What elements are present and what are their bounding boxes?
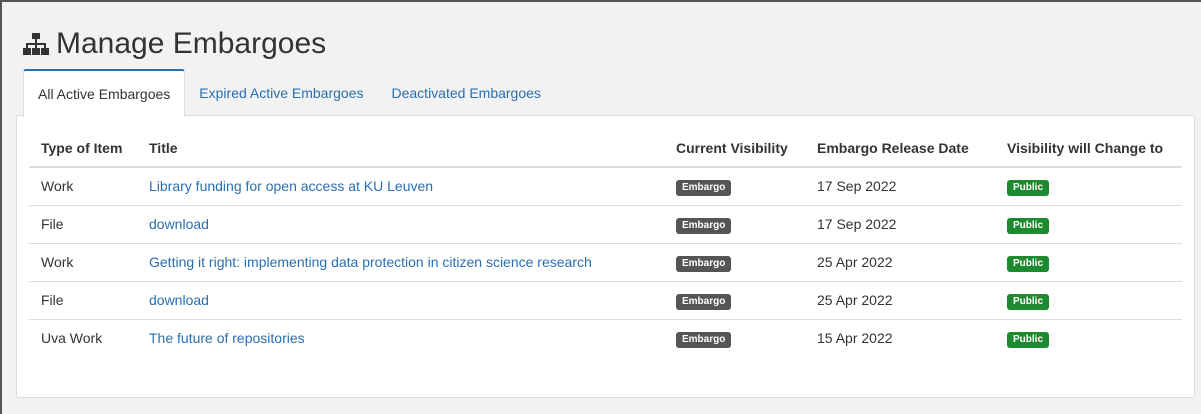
tab-deactivated-embargoes[interactable]: Deactivated Embargoes: [378, 69, 555, 116]
column-header-type: Type of Item: [29, 129, 137, 168]
current-visibility-badge: Embargo: [676, 217, 732, 234]
page-header: Manage Embargoes: [22, 22, 326, 66]
item-type: Uva Work: [41, 330, 103, 347]
future-visibility-badge: Public: [1007, 255, 1050, 272]
release-date: 17 Sep 2022: [805, 205, 995, 244]
release-date: 15 Apr 2022: [817, 330, 893, 347]
current-visibility-badge: Embargo: [676, 331, 732, 348]
column-header-current-visibility: Current Visibility: [664, 129, 805, 168]
release-date: 25 Apr 2022: [805, 281, 995, 320]
embargo-tabs: All Active Embargoes Expired Active Emba…: [23, 69, 555, 117]
item-title-link[interactable]: Library funding for open access at KU Le…: [149, 178, 433, 194]
item-title-link[interactable]: Getting it right: implementing data prot…: [149, 254, 592, 270]
embargoes-table: Type of Item Title Current Visibility Em…: [29, 129, 1182, 357]
tab-all-active-embargoes[interactable]: All Active Embargoes: [23, 69, 186, 117]
item-type: Work: [29, 167, 137, 206]
table-row: File download Embargo 25 Apr 2022 Public: [29, 281, 1182, 320]
future-visibility-badge: Public: [1007, 179, 1050, 196]
column-header-release-date: Embargo Release Date: [805, 129, 995, 168]
item-title-link[interactable]: The future of repositories: [149, 330, 305, 346]
item-title-link[interactable]: download: [149, 216, 209, 232]
current-visibility-badge: Embargo: [676, 255, 732, 272]
column-header-title: Title: [137, 129, 664, 168]
future-visibility-badge: Public: [1007, 293, 1050, 310]
item-type: Work: [29, 243, 137, 282]
table-row: Work Library funding for open access at …: [29, 167, 1182, 206]
future-visibility-badge: Public: [1007, 331, 1050, 348]
table-row: Uva Work The future of repositories Emba…: [29, 319, 1182, 357]
table-row: File download Embargo 17 Sep 2022 Public: [29, 205, 1182, 244]
column-header-change-to: Visibility will Change to: [995, 129, 1182, 168]
current-visibility-badge: Embargo: [676, 179, 732, 196]
release-date: 25 Apr 2022: [805, 243, 995, 282]
release-date: 17 Sep 2022: [805, 167, 995, 206]
item-title-link[interactable]: download: [149, 292, 209, 308]
table-row: Work Getting it right: implementing data…: [29, 243, 1182, 282]
page-title: Manage Embargoes: [56, 27, 327, 60]
item-type: File: [29, 281, 137, 320]
table-header-row: Type of Item Title Current Visibility Em…: [29, 129, 1182, 168]
future-visibility-badge: Public: [1007, 217, 1050, 234]
item-type: File: [29, 205, 137, 244]
tab-expired-active-embargoes[interactable]: Expired Active Embargoes: [185, 69, 377, 116]
sitemap-icon: [22, 31, 50, 57]
embargoes-panel: Type of Item Title Current Visibility Em…: [16, 115, 1195, 398]
current-visibility-badge: Embargo: [676, 293, 732, 310]
